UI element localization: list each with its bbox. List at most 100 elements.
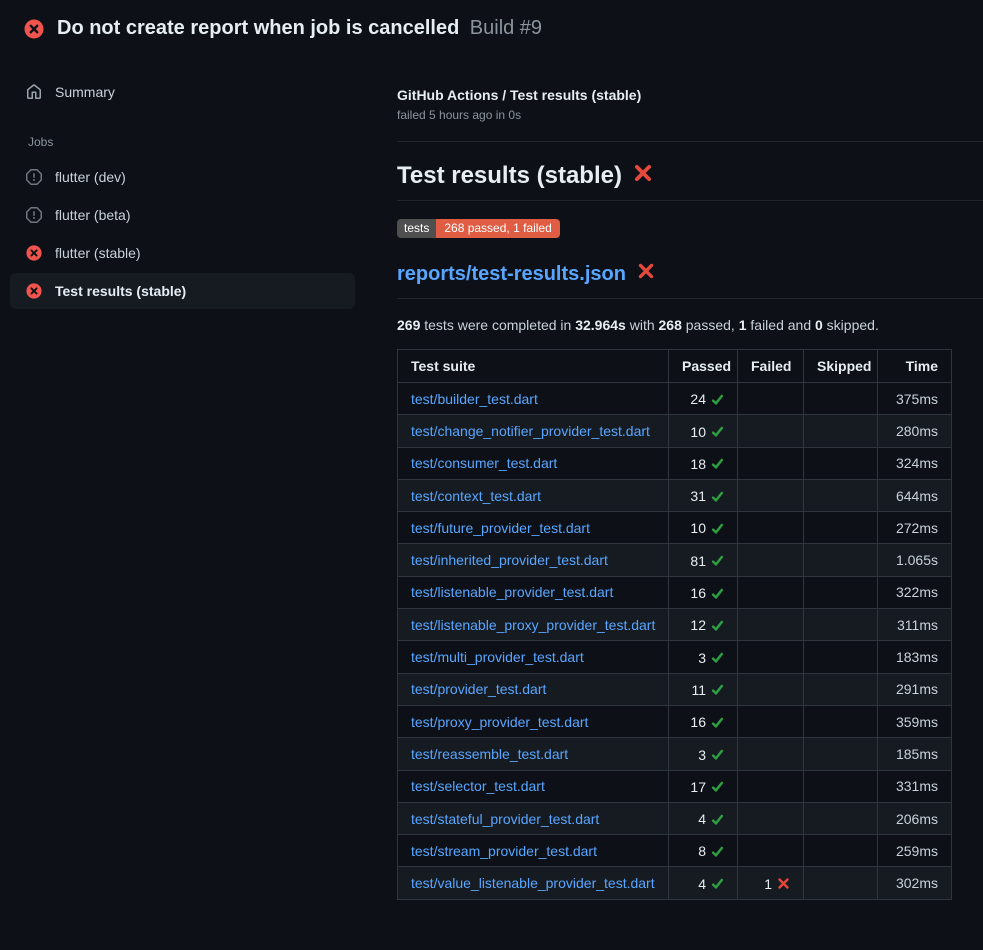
column-header-time: Time <box>878 350 952 383</box>
passed-count: 18 <box>690 456 706 472</box>
table-row: test/stateful_provider_test.dart 4 206ms <box>398 802 952 834</box>
time-cell: 1.065s <box>878 544 952 576</box>
job-label: flutter (beta) <box>55 207 130 223</box>
failed-cell <box>738 609 804 641</box>
suite-link[interactable]: test/stream_provider_test.dart <box>411 843 597 859</box>
suite-link[interactable]: test/listenable_provider_test.dart <box>411 584 613 600</box>
time-cell: 280ms <box>878 415 952 447</box>
column-header-passed: Passed <box>669 350 738 383</box>
failed-cell <box>738 479 804 511</box>
failed-cell: 1 <box>738 867 804 899</box>
section-heading: Test results (stable) <box>397 162 983 201</box>
suite-link[interactable]: test/consumer_test.dart <box>411 455 557 471</box>
sidebar-item-summary[interactable]: Summary <box>10 75 355 109</box>
check-icon <box>711 587 724 600</box>
table-row: test/listenable_provider_test.dart16322m… <box>398 576 952 608</box>
suite-link[interactable]: test/proxy_provider_test.dart <box>411 714 588 730</box>
sidebar-item-flutter-stable[interactable]: flutter (stable) <box>10 235 355 271</box>
suite-cell: test/context_test.dart <box>398 479 669 511</box>
passed-count: 17 <box>690 779 706 795</box>
failed-cell <box>738 415 804 447</box>
report-file-link[interactable]: reports/test-results.json <box>397 263 626 286</box>
cross-icon <box>633 162 653 190</box>
passed-count: 3 <box>698 650 706 666</box>
sidebar-item-flutter-beta[interactable]: flutter (beta) <box>10 197 355 233</box>
suite-link[interactable]: test/context_test.dart <box>411 488 541 504</box>
skipped-cell <box>804 609 878 641</box>
table-row: test/reassemble_test.dart3185ms <box>398 738 952 770</box>
x-circle-icon <box>26 245 42 261</box>
suite-cell: test/reassemble_test.dart <box>398 738 669 770</box>
suite-link[interactable]: test/value_listenable_provider_test.dart <box>411 875 655 891</box>
suite-cell: test/listenable_provider_test.dart <box>398 576 669 608</box>
failed-cell <box>738 383 804 415</box>
passed-cell: 3 <box>669 738 738 770</box>
table-row: test/provider_test.dart11291ms <box>398 673 952 705</box>
time-cell: 206ms <box>878 802 952 834</box>
suite-link[interactable]: test/provider_test.dart <box>411 681 546 697</box>
summary-segment: 269 <box>397 317 420 333</box>
suite-cell: test/consumer_test.dart <box>398 447 669 479</box>
time-cell: 183ms <box>878 641 952 673</box>
passed-cell: 4 <box>669 802 738 834</box>
passed-cell: 12 <box>669 609 738 641</box>
sidebar-item-flutter-dev[interactable]: flutter (dev) <box>10 159 355 195</box>
suite-link[interactable]: test/multi_provider_test.dart <box>411 649 584 665</box>
suite-link[interactable]: test/inherited_provider_test.dart <box>411 552 608 568</box>
time-cell: 375ms <box>878 383 952 415</box>
suite-cell: test/value_listenable_provider_test.dart <box>398 867 669 899</box>
badge-label: tests <box>397 219 436 238</box>
page-title: Do not create report when job is cancell… <box>57 17 459 39</box>
check-icon <box>711 522 724 535</box>
skipped-cell <box>804 673 878 705</box>
suite-cell: test/builder_test.dart <box>398 383 669 415</box>
suite-link[interactable]: test/builder_test.dart <box>411 391 538 407</box>
failed-cell <box>738 835 804 867</box>
suite-link[interactable]: test/future_provider_test.dart <box>411 520 590 536</box>
skipped-cell <box>804 479 878 511</box>
skipped-cell <box>804 447 878 479</box>
check-icon <box>711 813 724 826</box>
suite-link[interactable]: test/stateful_provider_test.dart <box>411 811 599 827</box>
skipped-cell <box>804 415 878 447</box>
check-icon <box>711 425 724 438</box>
table-row: test/change_notifier_provider_test.dart1… <box>398 415 952 447</box>
tests-summary-line: 269 tests were completed in 32.964s with… <box>397 317 983 333</box>
failed-count: 1 <box>764 876 772 892</box>
job-label: Test results (stable) <box>55 283 186 299</box>
suite-cell: test/listenable_proxy_provider_test.dart <box>398 609 669 641</box>
suite-cell: test/multi_provider_test.dart <box>398 641 669 673</box>
failed-cell <box>738 770 804 802</box>
failed-cell <box>738 512 804 544</box>
time-cell: 322ms <box>878 576 952 608</box>
cross-icon <box>777 877 790 890</box>
summary-segment: 0 <box>815 317 823 333</box>
suite-link[interactable]: test/selector_test.dart <box>411 778 545 794</box>
check-icon <box>711 748 724 761</box>
tests-badge: tests 268 passed, 1 failed <box>397 219 560 238</box>
table-row: test/consumer_test.dart 18 324ms <box>398 447 952 479</box>
jobs-list: flutter (dev) flutter (beta) flutter (stab… <box>0 159 365 309</box>
run-status-line: failed 5 hours ago in 0s <box>397 108 983 122</box>
skipped-cell <box>804 576 878 608</box>
suite-link[interactable]: test/change_notifier_provider_test.dart <box>411 423 650 439</box>
sidebar-item-test-results-stable[interactable]: Test results (stable) <box>10 273 355 309</box>
suite-cell: test/future_provider_test.dart <box>398 512 669 544</box>
passed-cell: 10 <box>669 512 738 544</box>
passed-count: 3 <box>698 747 706 763</box>
time-cell: 324ms <box>878 447 952 479</box>
passed-count: 10 <box>690 520 706 536</box>
passed-cell: 3 <box>669 641 738 673</box>
summary-segment: failed and <box>747 317 816 333</box>
passed-cell: 16 <box>669 705 738 737</box>
column-header-test-suite: Test suite <box>398 350 669 383</box>
passed-count: 31 <box>690 488 706 504</box>
table-row: test/builder_test.dart24375ms <box>398 383 952 415</box>
check-icon <box>711 651 724 664</box>
suite-link[interactable]: test/reassemble_test.dart <box>411 746 568 762</box>
badge-value: 268 passed, 1 failed <box>436 219 559 238</box>
summary-segment: passed, <box>682 317 739 333</box>
suite-link[interactable]: test/listenable_proxy_provider_test.dart <box>411 617 655 633</box>
time-cell: 644ms <box>878 479 952 511</box>
check-icon <box>711 877 724 890</box>
